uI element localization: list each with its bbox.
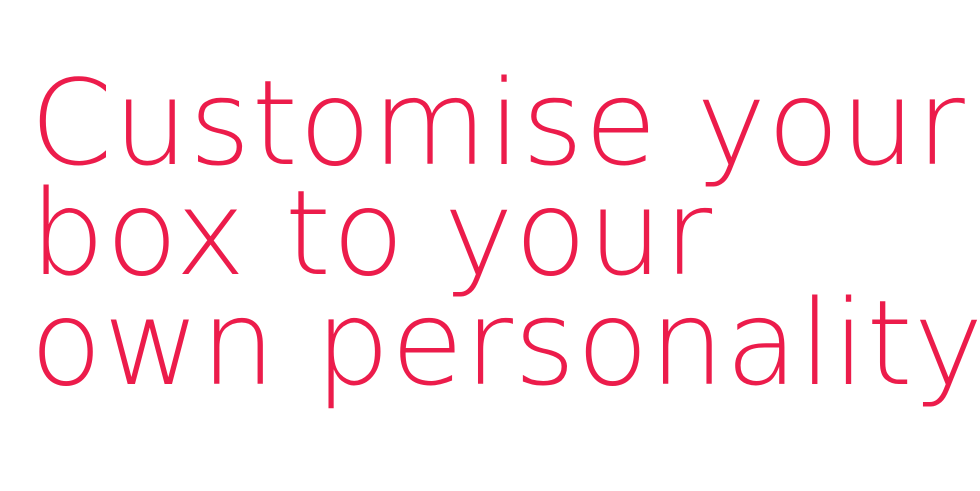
headline: Customise your box to your own personali… xyxy=(30,54,980,412)
headline-line-1: Customise your xyxy=(30,54,966,192)
headline-line-2: box to your xyxy=(30,164,714,302)
headline-line-3: own personality xyxy=(30,274,980,412)
hero-banner: Customise your box to your own personali… xyxy=(0,0,980,491)
